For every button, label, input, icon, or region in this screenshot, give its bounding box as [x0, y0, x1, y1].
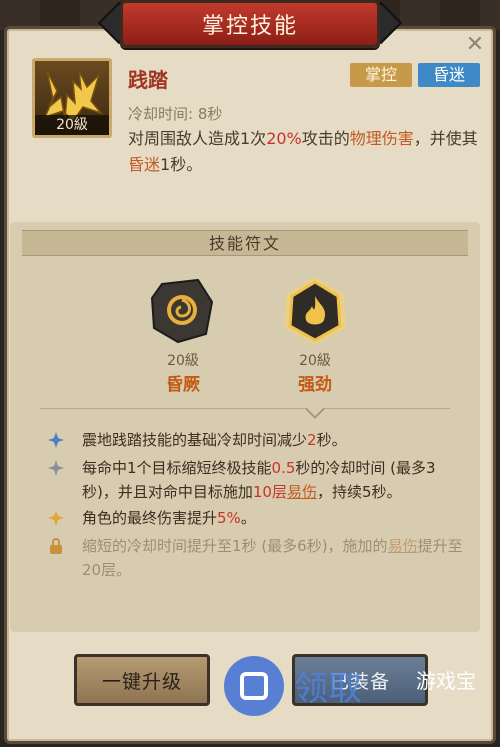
flame-stone-icon [284, 277, 346, 345]
close-icon[interactable]: ✕ [464, 34, 486, 56]
rune-name: 昏厥 [166, 375, 200, 395]
skill-name: 践踏 [128, 68, 168, 92]
effect-2: 每命中1个目标缩短终极技能0.5秒的冷却时间 (最多3秒)，并且对命中目标施加1… [48, 456, 468, 504]
skill-cooldown: 冷却时间: 8秒 [128, 105, 223, 123]
star-blue-icon [48, 432, 64, 448]
effect-4-locked: 缩短的冷却时间提升至1秒 (最多6秒)，施加的易伤提升至20层。 [48, 534, 468, 582]
lock-icon [50, 538, 62, 554]
rune-faint[interactable]: 20級 昏厥 [148, 276, 218, 395]
rune-strong[interactable]: 20級 强劲 [280, 276, 350, 395]
divider [40, 408, 450, 409]
star-gold-icon [48, 510, 64, 526]
tag-stun: 昏迷 [418, 63, 480, 87]
upgrade-all-button[interactable]: 一键升级 [74, 654, 210, 706]
rune-name: 强劲 [298, 375, 332, 395]
effect-1: 震地践踏技能的基础冷却时间减少2秒。 [48, 428, 468, 452]
rune-level: 20級 [167, 353, 199, 369]
effect-3: 角色的最终伤害提升5%。 [48, 506, 468, 530]
skill-description: 对周围敌人造成1次20%攻击的物理伤害，并使其昏迷1秒。 [128, 129, 478, 174]
star-gray-icon [48, 460, 64, 476]
skill-level: 20級 [35, 115, 109, 135]
rune-header: 技能符文 [22, 230, 468, 256]
dialog-title: 掌控技能 [120, 0, 380, 48]
tag-control: 掌控 [350, 63, 412, 87]
equip-button[interactable]: 已装备 [292, 654, 428, 706]
swirl-stone-icon [150, 278, 214, 344]
skill-icon: 20級 [32, 58, 112, 138]
rune-level: 20級 [299, 353, 331, 369]
